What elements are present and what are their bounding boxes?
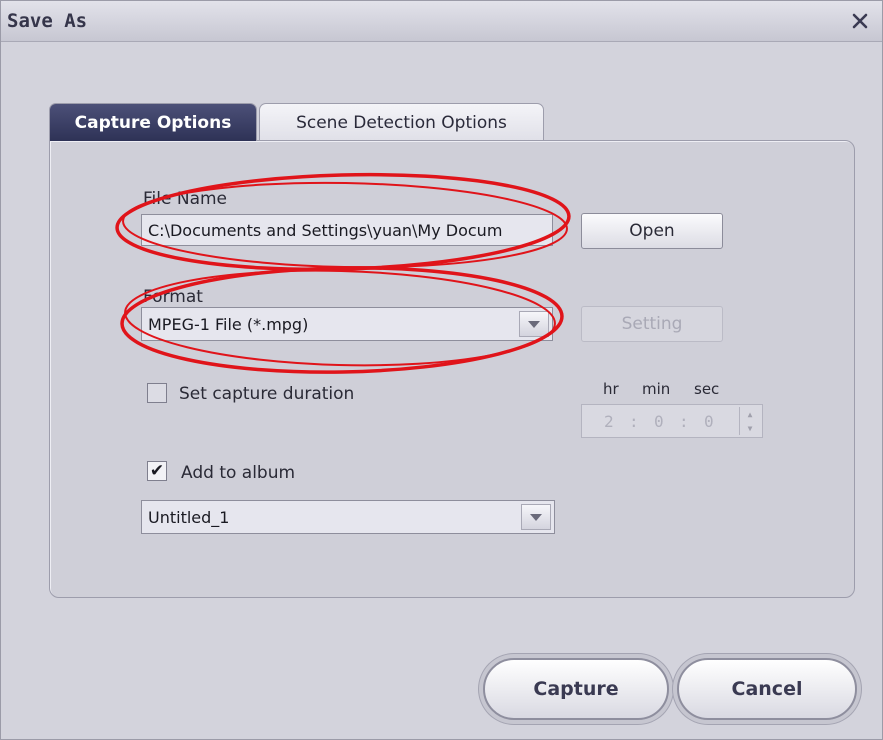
- file-name-input[interactable]: [141, 214, 553, 246]
- open-button[interactable]: Open: [581, 213, 723, 249]
- spin-down-icon[interactable]: ▼: [740, 421, 760, 435]
- format-dropdown[interactable]: MPEG-1 File (*.mpg): [141, 307, 553, 341]
- set-capture-duration-checkbox[interactable]: [147, 383, 167, 403]
- minutes-label: min: [642, 380, 671, 398]
- seconds-label: sec: [694, 380, 720, 398]
- add-to-album-label: Add to album: [181, 463, 296, 483]
- file-name-label: File Name: [143, 189, 228, 209]
- album-selected-value: Untitled_1: [148, 508, 230, 527]
- album-dropdown-arrow[interactable]: [521, 504, 551, 530]
- hours-label: hr: [603, 380, 619, 398]
- chevron-down-icon: [530, 513, 542, 521]
- checkmark-icon: ✔: [149, 460, 165, 481]
- setting-button[interactable]: Setting: [581, 306, 723, 342]
- cancel-button[interactable]: Cancel: [677, 658, 857, 720]
- time-separator: :: [629, 412, 639, 431]
- duration-spin-arrows[interactable]: ▲ ▼: [739, 407, 760, 435]
- format-selected-value: MPEG-1 File (*.mpg): [148, 315, 309, 334]
- window-title: Save As: [7, 10, 88, 32]
- title-bar: Save As: [1, 1, 882, 42]
- chevron-down-icon: [528, 320, 540, 328]
- close-button[interactable]: [847, 8, 873, 34]
- minutes-value: 0: [654, 412, 664, 431]
- capture-button[interactable]: Capture: [483, 658, 669, 720]
- save-as-dialog: Save As Capture Options Scene Detection …: [0, 0, 883, 740]
- capture-duration-spinbox[interactable]: 2 : 0 : 0 ▲ ▼: [581, 404, 763, 438]
- seconds-value: 0: [704, 412, 714, 431]
- tab-capture-options[interactable]: Capture Options: [49, 103, 257, 141]
- set-capture-duration-label: Set capture duration: [179, 384, 355, 404]
- tab-scene-detection-options[interactable]: Scene Detection Options: [259, 103, 544, 141]
- close-icon: [852, 13, 868, 29]
- add-to-album-checkbox[interactable]: ✔: [147, 461, 167, 481]
- format-dropdown-arrow[interactable]: [519, 311, 549, 337]
- format-label: Format: [143, 287, 203, 307]
- spin-up-icon[interactable]: ▲: [740, 407, 760, 421]
- hours-value: 2: [604, 412, 614, 431]
- time-separator: :: [679, 412, 689, 431]
- album-dropdown[interactable]: Untitled_1: [141, 500, 555, 534]
